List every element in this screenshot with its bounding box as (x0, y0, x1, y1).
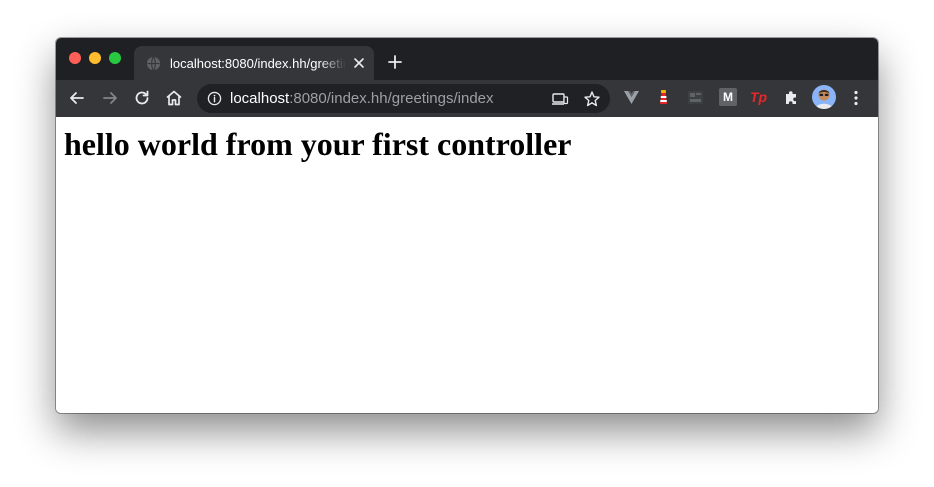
browser-window: localhost:8080/index.hh/greetings/index (56, 38, 878, 413)
address-bar[interactable]: localhost:8080/index.hh/greetings/index (197, 84, 610, 113)
close-tab-icon[interactable] (352, 56, 366, 70)
info-icon[interactable] (207, 91, 222, 106)
window-maximize-button[interactable] (109, 52, 121, 64)
extension-icon[interactable] (687, 89, 704, 106)
active-tab[interactable]: localhost:8080/index.hh/greetings/index (134, 46, 374, 80)
vue-devtools-icon[interactable] (623, 89, 640, 106)
url-host: localhost (230, 90, 290, 107)
url-text[interactable]: localhost:8080/index.hh/greetings/index (230, 90, 494, 108)
menu-dots-icon[interactable] (848, 88, 864, 108)
page-heading: hello world from your first controller (64, 126, 572, 162)
forward-arrow-icon[interactable] (100, 88, 120, 108)
bookmark-star-icon[interactable] (583, 90, 601, 108)
page-content: hello world from your first controller (56, 117, 878, 413)
back-arrow-icon[interactable] (67, 88, 87, 108)
tab-bar: localhost:8080/index.hh/greetings/index (56, 38, 878, 80)
cast-icon[interactable] (551, 90, 569, 108)
window-minimize-button[interactable] (89, 52, 101, 64)
tab-title: localhost:8080/index.hh/greetings/index (170, 56, 346, 71)
puzzle-icon[interactable] (783, 89, 800, 106)
home-icon[interactable] (164, 88, 184, 108)
m-extension-icon[interactable]: M (719, 88, 737, 106)
profile-avatar[interactable] (812, 85, 836, 109)
url-path: :8080/index.hh/greetings/index (289, 90, 494, 107)
browser-toolbar: localhost:8080/index.hh/greetings/index (56, 80, 878, 117)
lighthouse-icon[interactable] (655, 89, 672, 106)
window-close-button[interactable] (69, 52, 81, 64)
reload-icon[interactable] (132, 88, 152, 108)
tp-extension-icon[interactable]: Tp (750, 89, 770, 106)
new-tab-button[interactable] (386, 53, 404, 71)
globe-icon (146, 56, 161, 71)
